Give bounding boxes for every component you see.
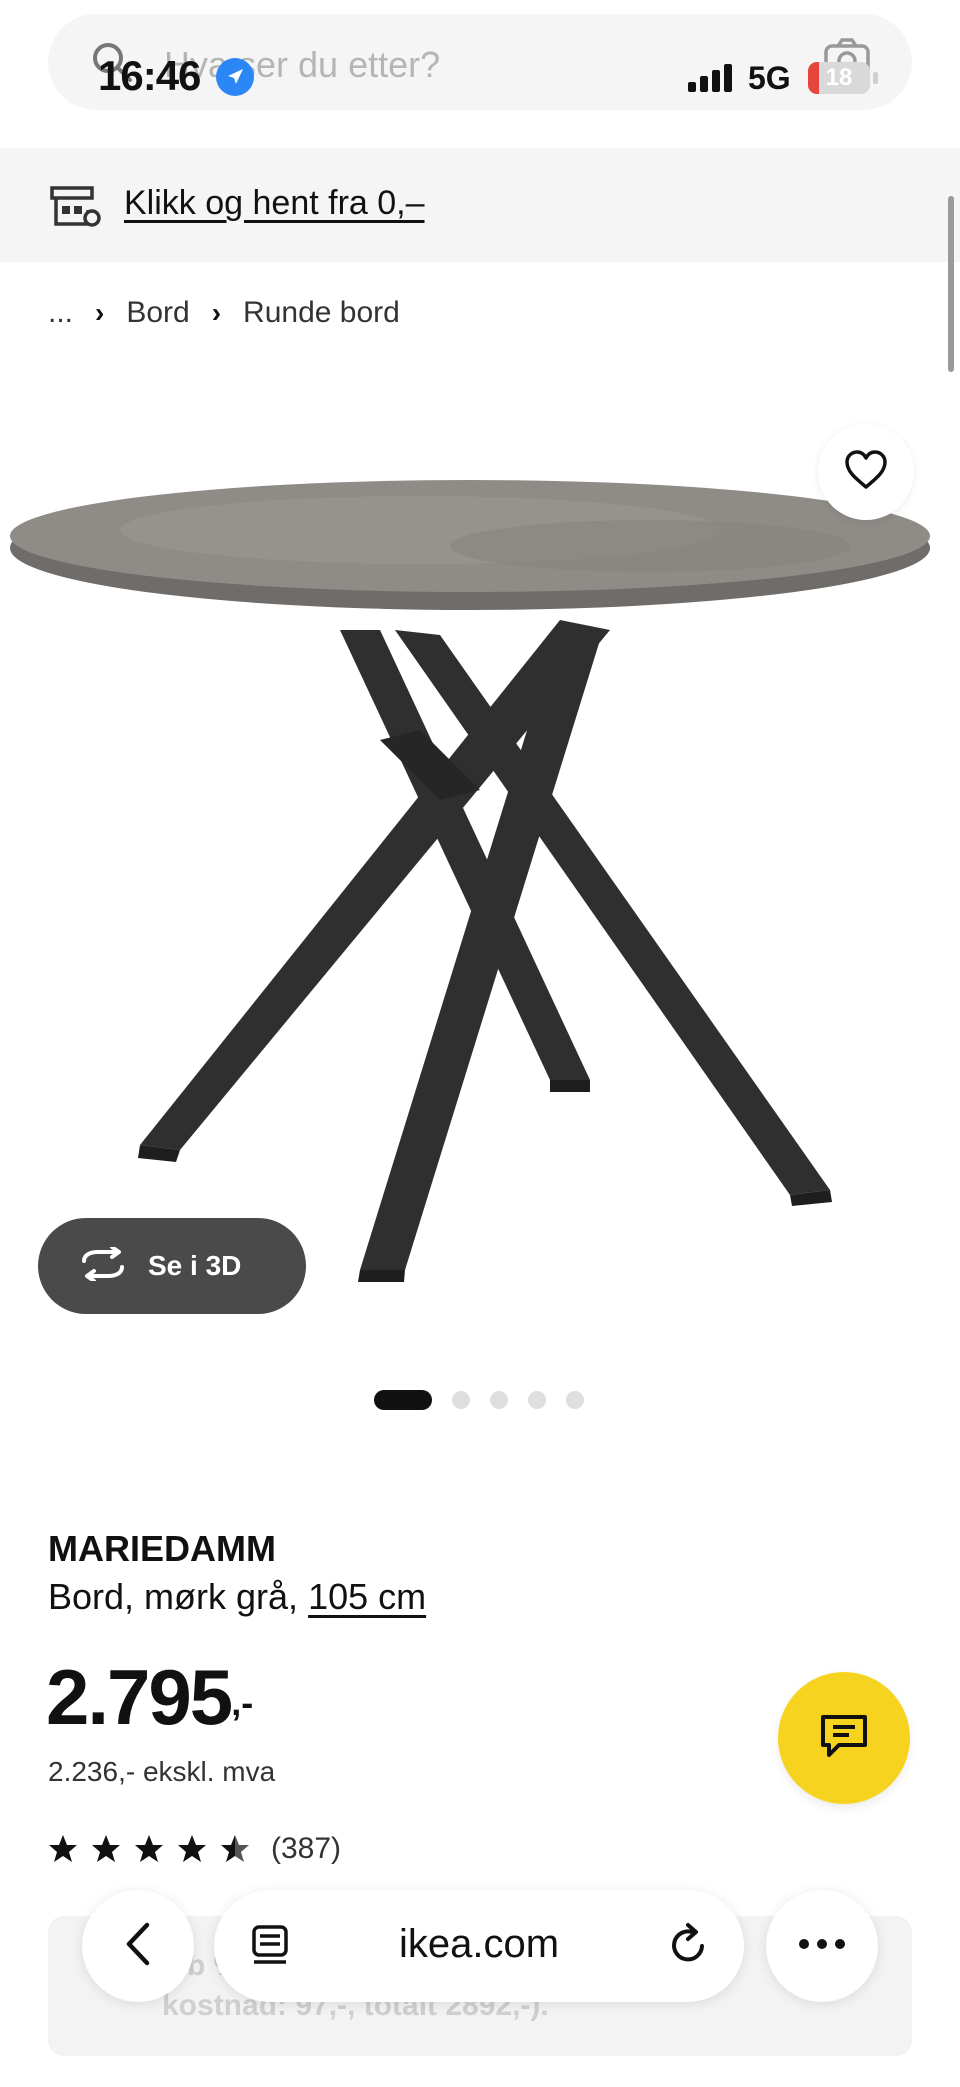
favorite-button[interactable]: [818, 424, 914, 520]
product-description-text: Bord, mørk grå,: [48, 1576, 299, 1617]
carousel-dot[interactable]: [528, 1391, 546, 1409]
product-name: MARIEDAMM: [48, 1528, 276, 1569]
breadcrumb-bord[interactable]: Bord: [126, 296, 189, 330]
click-collect-link[interactable]: Klikk og hent fra 0,–: [124, 184, 425, 223]
star-icon: [92, 1835, 120, 1862]
network-label: 5G: [748, 60, 791, 96]
star-half-icon: [221, 1835, 249, 1862]
breadcrumb: ... › Bord › Runde bord: [48, 296, 400, 330]
product-description: Bord, mørk grå, 105 cm: [48, 1576, 426, 1618]
star-icon: [135, 1835, 163, 1862]
chevron-right-icon: ›: [211, 297, 222, 328]
reload-icon[interactable]: [668, 1922, 710, 1973]
signal-icon: [688, 64, 736, 97]
address-bar[interactable]: ikea.com: [214, 1890, 744, 2002]
battery-icon: 18: [808, 62, 870, 94]
back-button[interactable]: [82, 1890, 194, 2002]
rating[interactable]: (387): [48, 1832, 341, 1866]
chevron-right-icon: ›: [95, 297, 105, 328]
chat-button[interactable]: [778, 1672, 910, 1804]
promo-bar: Klikk og hent fra 0,–: [0, 148, 960, 262]
star-icon: [49, 1835, 77, 1862]
carousel-dot[interactable]: [452, 1391, 470, 1409]
carousel-dot[interactable]: [374, 1390, 432, 1410]
size-link[interactable]: 105 cm: [308, 1576, 426, 1617]
price-ex-vat: 2.236,- ekskl. mva: [48, 1756, 276, 1787]
more-icon: [798, 1937, 846, 1955]
price-main: 2.795: [46, 1653, 233, 1741]
status-time: 16:46: [98, 52, 201, 99]
price: 2.795 ,-: [46, 1652, 253, 1743]
carousel-indicator: [374, 1390, 604, 1410]
product-image[interactable]: [0, 440, 960, 1320]
url-text[interactable]: ikea.com: [214, 1922, 744, 1967]
star-icon: [178, 1835, 206, 1862]
battery-cap: [873, 72, 878, 84]
battery-level: 18: [825, 64, 853, 91]
breadcrumb-ellipsis[interactable]: ...: [48, 296, 73, 330]
store-icon: [48, 184, 102, 233]
heart-icon: [844, 449, 888, 495]
price-suffix: ,-: [231, 1682, 254, 1723]
search-placeholder[interactable]: Hva ser du etter?: [164, 44, 440, 86]
chat-icon: [819, 1713, 869, 1764]
view-3d-button[interactable]: Se i 3D: [38, 1218, 306, 1314]
breadcrumb-runde-bord[interactable]: Runde bord: [243, 296, 400, 330]
location-arrow-icon: [216, 58, 254, 96]
chevron-left-icon: [123, 1921, 153, 1972]
carousel-dot[interactable]: [566, 1391, 584, 1409]
view-3d-label: Se i 3D: [148, 1250, 242, 1281]
scrollbar[interactable]: [948, 196, 954, 372]
more-button[interactable]: [766, 1890, 878, 2002]
rating-count: (387): [271, 1832, 342, 1865]
rotate-3d-icon: [78, 1244, 128, 1286]
carousel-dot[interactable]: [490, 1391, 508, 1409]
